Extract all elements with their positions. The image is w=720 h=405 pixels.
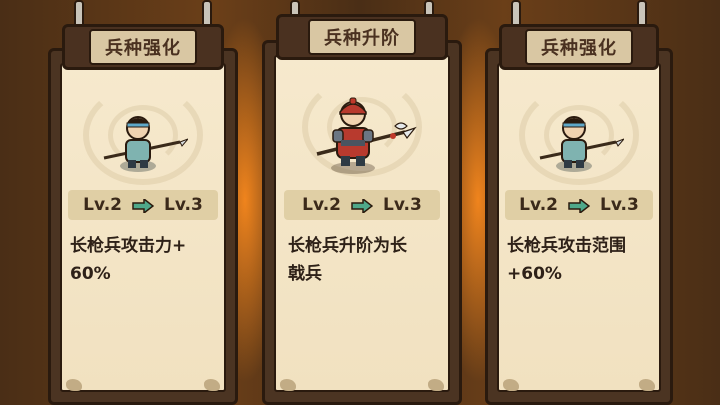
card-frame (485, 48, 673, 405)
upgrade-card-2[interactable]: 兵种升阶 Lv.2 Lv.3 长枪兵升阶为长 戟兵 (262, 0, 462, 405)
rock-decoration (503, 379, 519, 391)
card-title-plate: 兵种强化 (62, 24, 224, 70)
spearman-icon (98, 112, 189, 178)
arrow-right-icon (568, 197, 591, 215)
level-from: Lv.2 (83, 195, 122, 215)
level-to: Lv.3 (600, 195, 639, 215)
rock-decoration (66, 379, 82, 391)
level-to: Lv.3 (383, 195, 422, 215)
rock-decoration (280, 379, 296, 391)
card-frame (262, 40, 462, 405)
rock-decoration (428, 379, 444, 391)
halberdier-icon (307, 96, 417, 180)
rock-decoration (204, 379, 220, 391)
card-description: 长枪兵升阶为长 戟兵 (288, 236, 407, 284)
card-frame (48, 48, 238, 405)
card-title: 兵种强化 (89, 29, 197, 65)
level-indicator: Lv.2 Lv.3 (68, 190, 218, 220)
card-description: 长枪兵攻击范围 +60% (507, 236, 626, 284)
rock-decoration (639, 379, 655, 391)
level-to: Lv.3 (164, 195, 203, 215)
arrow-right-icon (351, 197, 374, 215)
level-from: Lv.2 (302, 195, 341, 215)
card-title-plate: 兵种升阶 (276, 14, 448, 60)
spearman-icon (534, 112, 625, 178)
card-description: 长枪兵攻击力+ 60% (70, 236, 187, 284)
upgrade-card-1[interactable]: 兵种强化 Lv.2 Lv.3 长枪兵攻击力+ 60% (48, 0, 238, 405)
level-indicator: Lv.2 Lv.3 (505, 190, 653, 220)
upgrade-card-3[interactable]: 兵种强化 Lv.2 Lv.3 长枪兵攻击范围 +60% (485, 0, 673, 405)
card-title-plate: 兵种强化 (499, 24, 659, 70)
card-title: 兵种升阶 (308, 19, 416, 55)
card-title: 兵种强化 (525, 29, 633, 65)
level-from: Lv.2 (519, 195, 558, 215)
level-indicator: Lv.2 Lv.3 (284, 190, 440, 220)
arrow-right-icon (132, 197, 155, 215)
